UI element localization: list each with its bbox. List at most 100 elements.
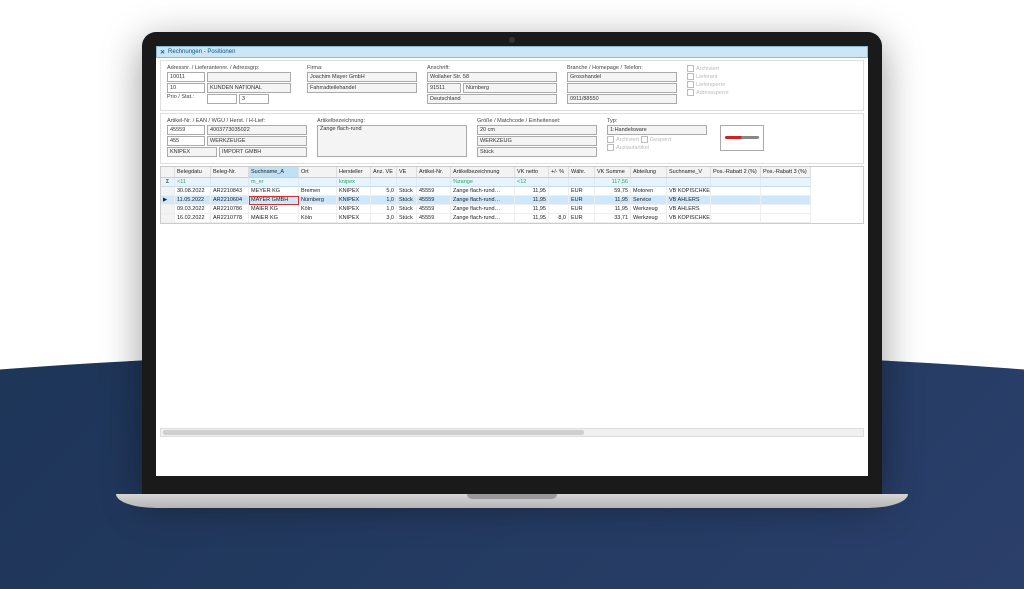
cell-date: 09.03.2022	[175, 205, 211, 214]
filter-ve[interactable]	[397, 178, 417, 187]
label-adressnr: Adressnr. / Lieferantennr. / Adressgrp:	[167, 65, 297, 71]
filter-belegdatu[interactable]: <11	[175, 178, 211, 187]
col-abt[interactable]: Abteilung	[631, 167, 667, 178]
col-waehr[interactable]: Währ.	[569, 167, 595, 178]
col-suchname[interactable]: Suchname_A	[249, 167, 299, 178]
filter-vknetto[interactable]: <12	[515, 178, 549, 187]
col-ve[interactable]: VE	[397, 167, 417, 178]
cell-r3	[761, 196, 811, 205]
cell-r3	[761, 187, 811, 196]
filter-rab2[interactable]	[711, 178, 761, 187]
chk-art-archiviert[interactable]: Archiviert	[607, 136, 639, 143]
col-vksum[interactable]: VK Summe	[595, 167, 631, 178]
grid-filter-row[interactable]: Σ <11 m_er knipex %zange <12 117,56	[161, 178, 863, 187]
cell-gutter: ▶	[161, 196, 175, 205]
cell-art: 45559	[417, 205, 451, 214]
cell-gutter	[161, 187, 175, 196]
cell-w: EUR	[569, 214, 595, 223]
filter-vksum[interactable]: 117,56	[595, 178, 631, 187]
field-firma2: Fahrradteilehandel	[307, 83, 417, 93]
filter-belegnr[interactable]	[211, 178, 249, 187]
chk-liefersperre[interactable]: Liefersperre	[687, 81, 757, 88]
col-artbez[interactable]: Artikelbezeichnung	[451, 167, 515, 178]
field-liefnr[interactable]: 10	[167, 83, 205, 93]
field-adressnr[interactable]: 10011	[167, 72, 205, 82]
field-stat[interactable]: 3	[239, 94, 269, 104]
table-row[interactable]: 16.02.2022AR2210778MAIER KGKölnKNIPEX3,0…	[161, 214, 863, 223]
cell-date: 11.05.2022	[175, 196, 211, 205]
cell-vk: 11,95	[515, 205, 549, 214]
table-row[interactable]: 09.03.2022AR2210786MAIER KGKölnKNIPEX1,0…	[161, 205, 863, 214]
grid-body[interactable]: 30.08.2022AR2210843MEYER KGBremenKNIPEX5…	[161, 187, 863, 223]
field-artnr[interactable]: 45559	[167, 125, 205, 135]
cell-abt: Service	[631, 196, 667, 205]
filter-anzve[interactable]	[371, 178, 397, 187]
cell-bez: Zange flach-rund…	[451, 187, 515, 196]
cell-pm: 8,0	[549, 214, 569, 223]
cell-anz: 3,0	[371, 214, 397, 223]
scrollbar-thumb[interactable]	[163, 430, 584, 435]
filter-suchv[interactable]	[667, 178, 711, 187]
field-prio[interactable]	[207, 94, 237, 104]
chk-art-gesperrt[interactable]: Gesperrt	[641, 136, 671, 143]
field-wgu[interactable]: 455	[167, 136, 205, 146]
table-row[interactable]: 30.08.2022AR2210843MEYER KGBremenKNIPEX5…	[161, 187, 863, 196]
chk-archiviert[interactable]: Archiviert	[687, 65, 757, 72]
col-hersteller[interactable]: Hersteller	[337, 167, 371, 178]
chk-art-auslauf[interactable]: Auslaufartikel	[607, 144, 707, 151]
cell-nr: AR2210778	[211, 214, 249, 223]
chk-lieferant[interactable]: Lieferant	[687, 73, 757, 80]
grid-header[interactable]: Belegdatu Beleg-Nr. Suchname_A Ort Herst…	[161, 167, 863, 178]
table-row[interactable]: ▶11.05.2022AR2210604MAYER GMBHNürnbergKN…	[161, 196, 863, 205]
filter-sigma[interactable]: Σ	[161, 178, 175, 187]
cell-sum: 11,95	[595, 205, 631, 214]
cell-ve: Stück	[397, 214, 417, 223]
filter-pm[interactable]	[549, 178, 569, 187]
cell-sum: 59,75	[595, 187, 631, 196]
filter-abt[interactable]	[631, 178, 667, 187]
cell-vk: 11,95	[515, 196, 549, 205]
label-groesse: Größe / Matchcode / Einheitenset:	[477, 118, 597, 124]
label-anschrift: Anschrift:	[427, 65, 557, 71]
col-ort[interactable]: Ort	[299, 167, 337, 178]
col-suchv[interactable]: Suchname_V	[667, 167, 711, 178]
col-artnr[interactable]: Artikel-Nr.	[417, 167, 451, 178]
filter-hersteller[interactable]: knipex	[337, 178, 371, 187]
laptop-frame: ✕ Rechnungen - Positionen Adressnr. / Li…	[142, 32, 882, 508]
cell-r3	[761, 214, 811, 223]
chk-adresssperre[interactable]: Adresssperre	[687, 89, 757, 96]
cell-nr: AR2210843	[211, 187, 249, 196]
app-screen: ✕ Rechnungen - Positionen Adressnr. / Li…	[156, 46, 868, 476]
grid-whitespace	[156, 226, 868, 426]
cell-gutter	[161, 214, 175, 223]
close-icon[interactable]: ✕	[160, 49, 165, 56]
field-land: Deutschland	[427, 94, 557, 104]
cell-r2	[711, 205, 761, 214]
field-typ: 1:Handelsware	[607, 125, 707, 135]
cell-her: KNIPEX	[337, 196, 371, 205]
filter-ort[interactable]	[299, 178, 337, 187]
cell-bez: Zange flach-rund…	[451, 205, 515, 214]
laptop-base	[116, 494, 908, 508]
positions-grid[interactable]: Belegdatu Beleg-Nr. Suchname_A Ort Herst…	[160, 166, 864, 224]
col-pm[interactable]: +/- %	[549, 167, 569, 178]
col-rab3[interactable]: Pos.-Rabatt 3 (%)	[761, 167, 811, 178]
filter-waehr[interactable]	[569, 178, 595, 187]
filter-rab3[interactable]	[761, 178, 811, 187]
cell-her: KNIPEX	[337, 214, 371, 223]
col-belegnr[interactable]: Beleg-Nr.	[211, 167, 249, 178]
col-belegdatu[interactable]: Belegdatu	[175, 167, 211, 178]
filter-suchname[interactable]: m_er	[249, 178, 299, 187]
field-branche: Grosshandel	[567, 72, 677, 82]
cell-ve: Stück	[397, 205, 417, 214]
filter-artbez[interactable]: %zange	[451, 178, 515, 187]
col-anzve[interactable]: Anz. VE	[371, 167, 397, 178]
horizontal-scrollbar[interactable]	[160, 428, 864, 437]
cell-sv: VB AHLERS	[667, 196, 711, 205]
filter-artnr[interactable]	[417, 178, 451, 187]
label-prio: Prio / Stat.:	[167, 94, 205, 104]
col-vknetto[interactable]: VK netto	[515, 167, 549, 178]
cell-w: EUR	[569, 205, 595, 214]
col-rab2[interactable]: Pos.-Rabatt 2 (%)	[711, 167, 761, 178]
cell-r2	[711, 187, 761, 196]
